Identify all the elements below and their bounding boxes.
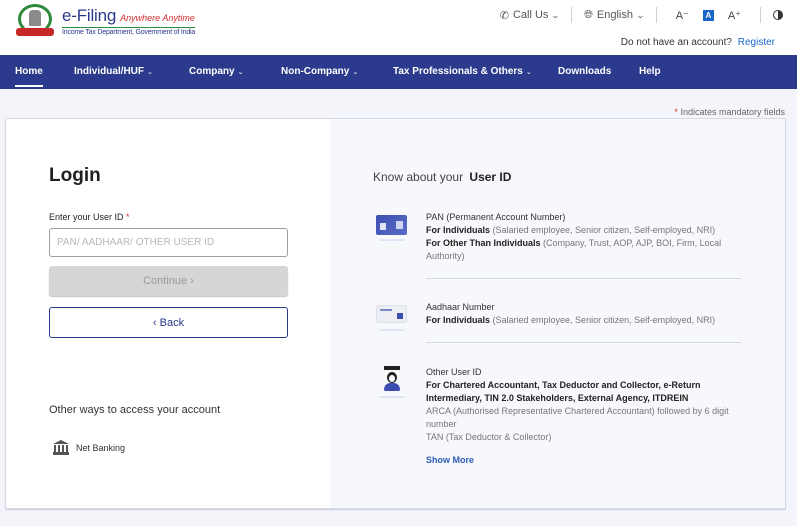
brand-tagline: Anywhere Anytime <box>120 13 195 23</box>
phone-icon: ✆ <box>499 9 509 22</box>
brand-title: e-Filing <box>62 6 117 25</box>
efiling-logo[interactable]: e-Filing Anywhere Anytime Income Tax Dep… <box>14 4 195 38</box>
net-banking-label: Net Banking <box>76 442 126 453</box>
login-panel: Login Enter your User ID * Continue › ‹ … <box>6 119 330 508</box>
utility-bar: ✆ Call Us ⌄ 🌐︎ English ⌄ A⁻ A A⁺ <box>500 6 783 24</box>
user-id-info-panel: Know about your User ID PAN (Permanent A… <box>330 119 785 508</box>
mandatory-fields-note: * Indicates mandatory fields <box>674 107 785 117</box>
back-button[interactable]: ‹ Back <box>49 307 288 338</box>
nav-item-individual-huf[interactable]: Individual/HUF ⌄ <box>74 55 153 89</box>
nav-item-non-company[interactable]: Non-Company ⌄ <box>281 55 358 89</box>
bank-icon <box>53 440 69 455</box>
font-increase-button[interactable]: A⁺ <box>728 9 741 22</box>
aadhaar-card-icon <box>375 301 407 331</box>
chevron-down-icon: ⌄ <box>635 10 645 20</box>
user-id-input[interactable] <box>49 228 288 257</box>
user-id-label: Enter your User ID * <box>49 212 130 222</box>
globe-icon: 🌐︎ <box>584 8 593 21</box>
info-title: Aadhaar Number <box>426 302 495 312</box>
brand-subtitle: Income Tax Department, Government of Ind… <box>62 27 196 36</box>
call-us-label: Call Us <box>512 9 549 21</box>
nav-item-tax-professionals[interactable]: Tax Professionals & Others ⌄ <box>393 55 532 89</box>
continue-button[interactable]: Continue › <box>49 266 288 296</box>
pan-card-icon <box>375 211 407 241</box>
register-prompt-text: Do not have an account? <box>620 37 732 48</box>
language-dropdown[interactable]: 🌐︎ English ⌄ <box>584 8 645 22</box>
nav-item-home[interactable]: Home <box>15 55 43 89</box>
nav-item-help[interactable]: Help <box>639 55 661 89</box>
nav-item-company[interactable]: Company ⌄ <box>189 55 243 89</box>
other-ways-heading: Other ways to access your account <box>49 404 221 416</box>
divider <box>655 7 657 23</box>
page-title: Login <box>49 165 101 186</box>
contrast-toggle-icon[interactable] <box>773 10 783 20</box>
divider <box>426 342 741 343</box>
font-default-button[interactable]: A <box>702 9 714 21</box>
chevron-down-icon: ⌄ <box>551 10 561 20</box>
divider <box>571 7 573 23</box>
chevron-down-icon: ⌄ <box>525 69 532 76</box>
national-emblem-icon <box>14 4 56 38</box>
divider <box>426 278 741 279</box>
call-us-dropdown[interactable]: ✆ Call Us ⌄ <box>499 9 561 22</box>
register-prompt: Do not have an account? Register <box>621 37 775 48</box>
chevron-down-icon: ⌄ <box>147 69 153 76</box>
chevron-down-icon: ⌄ <box>352 69 359 76</box>
login-card: Login Enter your User ID * Continue › ‹ … <box>5 118 786 509</box>
info-title: PAN (Permanent Account Number) <box>426 212 566 222</box>
info-title: Other User ID <box>426 367 482 377</box>
info-heading: Know about your User ID <box>373 170 512 184</box>
font-decrease-button[interactable]: A⁻ <box>676 9 689 22</box>
main-nav: Home Individual/HUF ⌄ Company ⌄ Non-Compan… <box>0 55 797 89</box>
professional-user-icon <box>375 366 407 398</box>
register-link[interactable]: Register <box>738 37 775 48</box>
show-more-link[interactable]: Show More <box>426 455 474 465</box>
language-label: English <box>596 9 633 21</box>
nav-item-downloads[interactable]: Downloads <box>558 55 611 89</box>
top-header: e-Filing Anywhere Anytime Income Tax Dep… <box>0 0 797 55</box>
divider <box>760 7 761 23</box>
net-banking-link[interactable]: Net Banking <box>53 440 125 455</box>
chevron-down-icon: ⌄ <box>237 69 244 76</box>
